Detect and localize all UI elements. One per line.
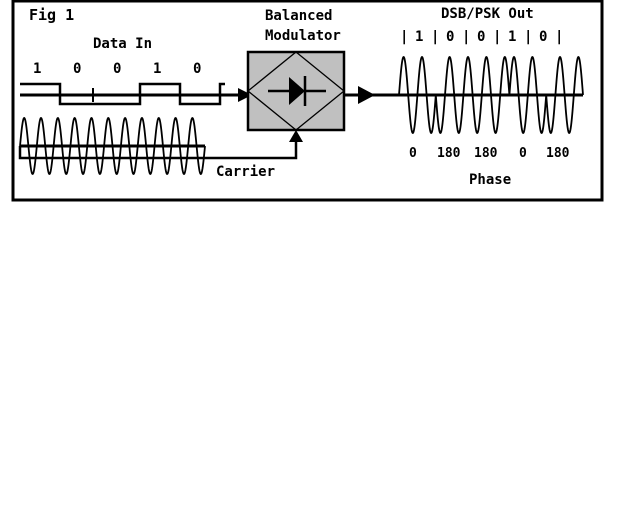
- output-bit-row: | 1 | 0 | 0 | 1 | 0 |: [400, 29, 563, 45]
- psk-modulator-diagram: Fig 1 Data In 1 0 0 1 0 Carrier Balanced…: [11, 0, 604, 202]
- output-phase-row: 0 180 180 0 180: [409, 146, 570, 161]
- figure-root: Fig 1 Data In 1 0 0 1 0 Carrier Balanced…: [0, 0, 640, 512]
- arrow-up-icon: [289, 130, 303, 142]
- output-bit-4: 0: [539, 29, 547, 45]
- output-sep-4: |: [524, 29, 532, 45]
- output-sep-3: |: [493, 29, 501, 45]
- data-in-bit-0: 1: [33, 61, 41, 77]
- data-in-bit-3: 1: [153, 61, 161, 77]
- phase-caption: Phase: [469, 172, 511, 188]
- data-in-bit-4: 0: [193, 61, 201, 77]
- figure-label: Fig 1: [29, 6, 74, 24]
- output-sep-0: |: [400, 29, 408, 45]
- output-sep-2: |: [462, 29, 470, 45]
- output-bit-1: 0: [446, 29, 454, 45]
- output-title: DSB/PSK Out: [441, 6, 534, 22]
- output-phase-2: 180: [474, 146, 498, 161]
- output-arrow-right-icon: [358, 86, 375, 104]
- modulator-title-line1: Balanced: [265, 8, 332, 24]
- output-sep-5: |: [555, 29, 563, 45]
- modulator-title-line2: Modulator: [265, 28, 341, 44]
- output-phase-4: 180: [546, 146, 570, 161]
- output-phase-0: 0: [409, 146, 417, 161]
- output-phase-1: 180: [437, 146, 461, 161]
- carrier-label: Carrier: [216, 164, 275, 180]
- psk-waveform: [398, 56, 584, 134]
- output-phase-3: 0: [519, 146, 527, 161]
- output-bit-2: 0: [477, 29, 485, 45]
- data-in-bit-2: 0: [113, 61, 121, 77]
- output-sep-1: |: [431, 29, 439, 45]
- output-bit-3: 1: [508, 29, 516, 45]
- data-in-title: Data In: [93, 36, 152, 52]
- data-in-bit-labels: 1 0 0 1 0: [33, 61, 201, 77]
- output-bit-0: 1: [415, 29, 423, 45]
- data-in-bit-1: 0: [73, 61, 81, 77]
